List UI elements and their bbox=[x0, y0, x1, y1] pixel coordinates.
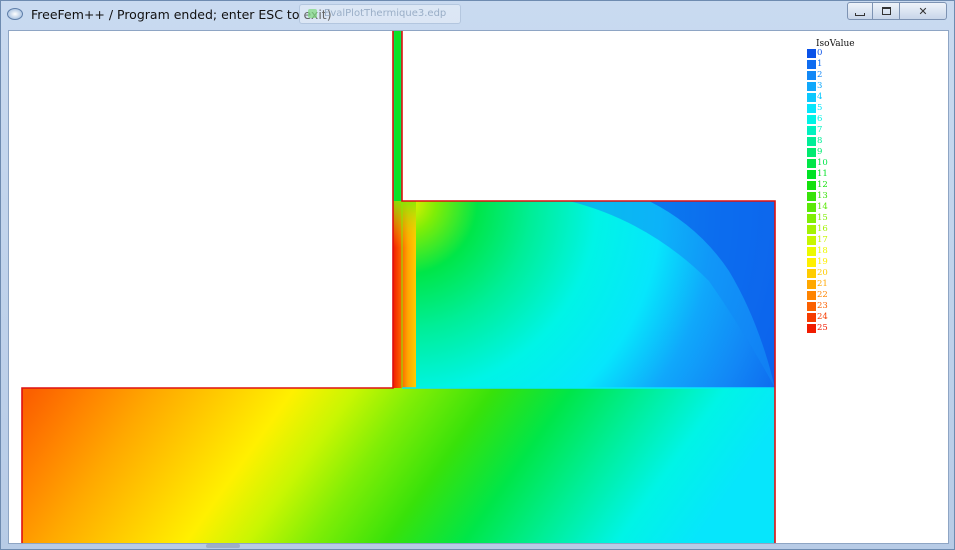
legend-swatch bbox=[807, 258, 816, 267]
legend-swatch bbox=[807, 49, 816, 58]
lower-domain bbox=[22, 388, 775, 543]
legend-label: 17 bbox=[817, 235, 828, 245]
legend-item: 7 bbox=[807, 125, 847, 136]
legend-label: 23 bbox=[817, 301, 828, 311]
file-icon bbox=[308, 9, 317, 18]
legend-swatch bbox=[807, 214, 816, 223]
legend-label: 6 bbox=[817, 114, 823, 124]
legend-label: 4 bbox=[817, 92, 823, 102]
legend-swatch bbox=[807, 82, 816, 91]
vertical-channel-core bbox=[395, 31, 400, 201]
legend-swatch bbox=[807, 302, 816, 311]
legend-swatch bbox=[807, 148, 816, 157]
legend-item: 4 bbox=[807, 92, 847, 103]
legend-item: 20 bbox=[807, 268, 847, 279]
legend-item: 16 bbox=[807, 224, 847, 235]
legend-label: 5 bbox=[817, 103, 823, 113]
legend-label: 1 bbox=[817, 59, 823, 69]
legend-label: 11 bbox=[817, 169, 828, 179]
legend-item: 2 bbox=[807, 70, 847, 81]
legend-swatch bbox=[807, 170, 816, 179]
legend-swatch bbox=[807, 93, 816, 102]
freefem-window: FreeFem++ / Program ended; enter ESC to … bbox=[0, 0, 955, 550]
legend-label: 10 bbox=[817, 158, 828, 168]
legend-item: 13 bbox=[807, 191, 847, 202]
legend-swatch bbox=[807, 126, 816, 135]
legend-item: 11 bbox=[807, 169, 847, 180]
legend-label: 14 bbox=[817, 202, 828, 212]
legend-item: 18 bbox=[807, 246, 847, 257]
close-icon: ✕ bbox=[918, 4, 928, 18]
legend-label: 21 bbox=[817, 279, 828, 289]
scroll-indicator[interactable] bbox=[206, 544, 240, 548]
legend-label: 20 bbox=[817, 268, 828, 278]
minimize-icon bbox=[855, 12, 865, 16]
freefem-app-icon[interactable] bbox=[7, 8, 23, 20]
title-bar[interactable]: FreeFem++ / Program ended; enter ESC to … bbox=[1, 1, 954, 29]
close-button[interactable]: ✕ bbox=[899, 2, 947, 20]
legend-item: 21 bbox=[807, 279, 847, 290]
legend-item: 6 bbox=[807, 114, 847, 125]
legend-label: 2 bbox=[817, 70, 823, 80]
legend-label: 13 bbox=[817, 191, 828, 201]
legend-label: 16 bbox=[817, 224, 828, 234]
legend-item: 22 bbox=[807, 290, 847, 301]
legend-item: 0 bbox=[807, 48, 847, 59]
legend-swatch bbox=[807, 192, 816, 201]
legend-label: 9 bbox=[817, 147, 823, 157]
legend-swatch bbox=[807, 225, 816, 234]
legend-item: 14 bbox=[807, 202, 847, 213]
plot-canvas[interactable]: IsoValue 0 1 2 3 4 5 6 7 8 9 10 11 12 13 14 15 16 17 18 19 2… bbox=[8, 30, 949, 544]
legend-swatch bbox=[807, 203, 816, 212]
legend-label: 19 bbox=[817, 257, 828, 267]
maximize-icon bbox=[881, 7, 891, 15]
legend-swatch bbox=[807, 269, 816, 278]
legend-item: 25 bbox=[807, 323, 847, 334]
legend-swatch bbox=[807, 313, 816, 322]
legend-label: 3 bbox=[817, 81, 823, 91]
legend-label: 22 bbox=[817, 290, 828, 300]
legend-item: 24 bbox=[807, 312, 847, 323]
legend-swatch bbox=[807, 159, 816, 168]
legend-swatch bbox=[807, 247, 816, 256]
legend-item: 19 bbox=[807, 257, 847, 268]
legend-item: 3 bbox=[807, 81, 847, 92]
legend-swatch bbox=[807, 324, 816, 333]
legend-item: 17 bbox=[807, 235, 847, 246]
background-window-tab-label: EvalPlotThermique3.edp bbox=[324, 8, 447, 19]
legend-label: 7 bbox=[817, 125, 823, 135]
legend-item: 10 bbox=[807, 158, 847, 169]
legend-swatch bbox=[807, 181, 816, 190]
background-window-tab[interactable]: EvalPlotThermique3.edp bbox=[299, 4, 461, 24]
legend-swatch bbox=[807, 115, 816, 124]
legend-label: 0 bbox=[817, 48, 823, 58]
legend-swatch bbox=[807, 280, 816, 289]
legend-swatch bbox=[807, 137, 816, 146]
heated-strip-top bbox=[393, 201, 416, 388]
legend-label: 18 bbox=[817, 246, 828, 256]
minimize-button[interactable] bbox=[847, 2, 873, 20]
legend-item: 12 bbox=[807, 180, 847, 191]
window-title: FreeFem++ / Program ended; enter ESC to … bbox=[31, 7, 332, 22]
legend-swatch bbox=[807, 291, 816, 300]
legend-label: 8 bbox=[817, 136, 823, 146]
legend-label: 12 bbox=[817, 180, 828, 190]
legend-swatch bbox=[807, 71, 816, 80]
legend-item: 9 bbox=[807, 147, 847, 158]
legend-item: 1 bbox=[807, 59, 847, 70]
legend-item: 5 bbox=[807, 103, 847, 114]
legend-item: 8 bbox=[807, 136, 847, 147]
legend-item: 15 bbox=[807, 213, 847, 224]
legend-swatch bbox=[807, 60, 816, 69]
maximize-button[interactable] bbox=[872, 2, 900, 20]
legend-item: 23 bbox=[807, 301, 847, 312]
legend-label: 25 bbox=[817, 323, 828, 333]
legend-swatch bbox=[807, 104, 816, 113]
legend-label: 24 bbox=[817, 312, 828, 322]
legend-label: 15 bbox=[817, 213, 828, 223]
legend-swatch bbox=[807, 236, 816, 245]
